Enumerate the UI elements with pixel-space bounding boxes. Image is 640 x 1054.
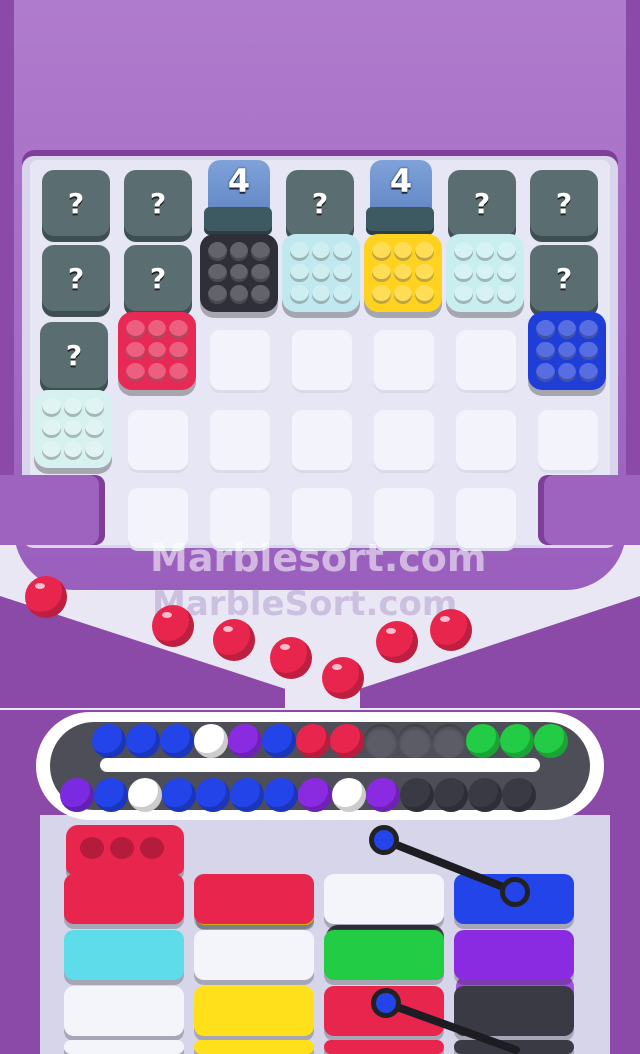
- rope-knot-icon: [369, 825, 399, 855]
- game-screen: ? ? ? ? ? ? ? ? ? 4 4 Marblesort.com Mar…: [0, 0, 640, 1054]
- rope-knot-icon: [500, 877, 530, 907]
- rope-links: [380, 836, 520, 1054]
- rope-knot-icon: [371, 988, 401, 1018]
